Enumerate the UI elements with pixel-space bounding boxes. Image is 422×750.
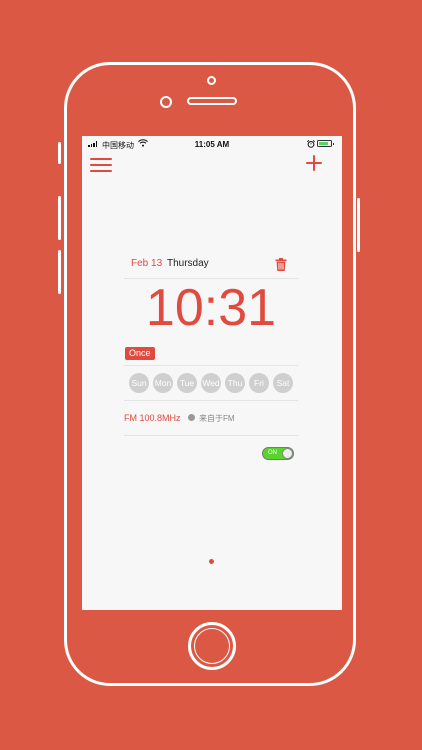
status-time: 11:05 AM <box>194 140 230 149</box>
status-bar: 中国移动 11:05 AM <box>82 136 342 153</box>
alarm-date: Feb 13 <box>131 258 163 269</box>
volume-up-button <box>58 196 61 240</box>
day-wed-button[interactable]: Wed <box>201 373 221 393</box>
alarm-weekday: Thursday <box>167 258 209 269</box>
weekday-selector: Sun Mon Tue Wed Thu Fri Sat <box>124 366 298 401</box>
repeat-row: Once <box>124 343 298 366</box>
alarm-clock-icon <box>307 140 315 148</box>
silent-switch <box>58 142 61 164</box>
alarm-card: Feb 13 Thursday 10:31 Once Sun Mon Tue W… <box>124 254 298 460</box>
alarm-time[interactable]: 10:31 <box>124 278 298 338</box>
day-mon-button[interactable]: Mon <box>153 373 173 393</box>
power-button <box>357 198 360 252</box>
day-thu-button[interactable]: Thu <box>225 373 245 393</box>
page-indicator-dot[interactable] <box>209 559 214 564</box>
repeat-once-badge[interactable]: Once <box>125 347 155 360</box>
front-camera <box>207 76 216 85</box>
alarm-sound-source: 来自于FM <box>199 414 235 423</box>
day-tue-button[interactable]: Tue <box>177 373 197 393</box>
day-sun-button[interactable]: Sun <box>129 373 149 393</box>
alarm-sound-row: FM 100.8MHz 来自于FM <box>124 401 298 436</box>
earpiece-speaker <box>187 97 237 105</box>
app-screen: 中国移动 11:05 AM Feb 13 Thursday 10:31 Once… <box>82 136 342 610</box>
hamburger-menu-icon[interactable] <box>90 158 112 174</box>
day-sat-button[interactable]: Sat <box>273 373 293 393</box>
alarm-enable-toggle[interactable]: ON <box>262 447 294 460</box>
volume-down-button <box>58 250 61 294</box>
home-button-ring <box>194 628 230 664</box>
proximity-sensor <box>160 96 172 108</box>
trash-icon[interactable] <box>275 258 287 271</box>
home-button <box>188 622 236 670</box>
alarm-date-row: Feb 13 Thursday <box>124 254 298 279</box>
source-dot-icon <box>188 414 195 421</box>
toggle-label: ON <box>268 450 277 456</box>
alarm-sound-name[interactable]: FM 100.8MHz <box>124 413 181 423</box>
add-alarm-plus-icon[interactable] <box>306 155 322 171</box>
battery-icon <box>317 140 334 147</box>
toggle-knob <box>282 448 293 459</box>
day-fri-button[interactable]: Fri <box>249 373 269 393</box>
